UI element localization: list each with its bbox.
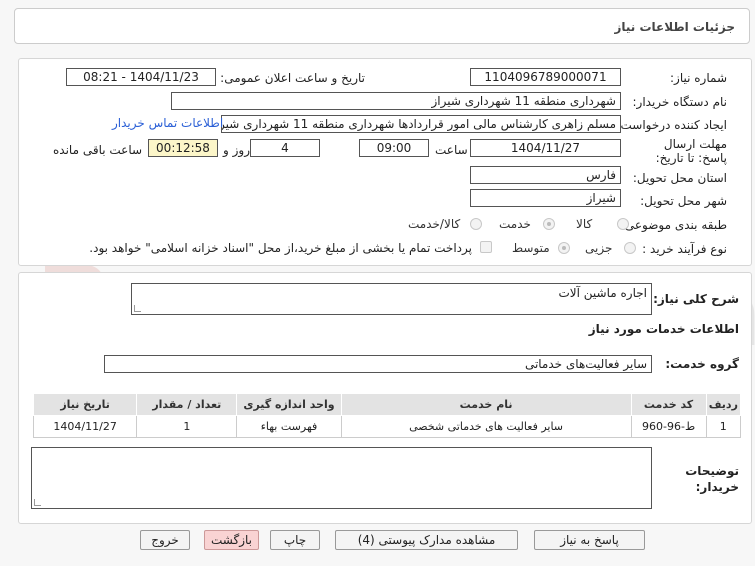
- cell-unit: فهرست بهاء: [236, 415, 342, 438]
- reply-button[interactable]: پاسخ به نیاز: [534, 530, 645, 550]
- time-remaining-field: 00:12:58: [148, 139, 218, 157]
- days-label: روز و: [223, 143, 250, 157]
- days-remaining-field: 4: [250, 139, 320, 157]
- category-radio-service[interactable]: [543, 218, 555, 230]
- cell-need-date: 1404/11/27: [32, 415, 138, 438]
- buyer-notes-textarea: [31, 447, 652, 509]
- requester-label: ایجاد کننده درخواست:: [616, 118, 727, 132]
- process-option-minor: جزیی: [585, 241, 613, 255]
- table-row: 1 ط-96-960 سایر فعالیت های خدماتی شخصی ف…: [32, 415, 742, 438]
- deadline-label: مهلت ارسال پاسخ: تا تاریخ:: [655, 137, 727, 165]
- category-radio-goods-service[interactable]: [470, 218, 482, 230]
- resize-grip-icon[interactable]: [34, 499, 41, 506]
- cell-quantity: 1: [136, 415, 238, 438]
- city-field: شیراز: [470, 189, 621, 207]
- treasury-payment-checkbox[interactable]: [480, 241, 492, 253]
- col-need-date: تاریخ نیاز: [32, 393, 138, 416]
- province-label: استان محل تحویل:: [632, 171, 727, 185]
- summary-text: اجاره ماشین آلات: [558, 286, 648, 300]
- col-service-name: نام خدمت: [340, 393, 632, 416]
- cell-row: 1: [705, 415, 742, 438]
- exit-button[interactable]: خروج: [140, 530, 190, 550]
- col-unit: واحد اندازه گیری: [236, 393, 342, 416]
- deadline-date-field: 1404/11/27: [470, 139, 621, 157]
- col-service-code: کد خدمت: [630, 393, 707, 416]
- announce-datetime-field: 1404/11/23 - 08:21: [66, 68, 216, 86]
- city-label: شهر محل تحویل:: [640, 194, 727, 208]
- process-radio-minor[interactable]: [624, 242, 636, 254]
- services-table-header: ردیف کد خدمت نام خدمت واحد اندازه گیری ت…: [32, 393, 742, 416]
- category-option-goods-service: کالا/خدمت: [408, 217, 461, 231]
- buyer-org-field: شهرداری منطقه 11 شهرداری شیراز: [171, 92, 621, 110]
- province-field: فارس: [470, 166, 621, 184]
- cell-service-name: سایر فعالیت های خدماتی شخصی: [340, 415, 632, 438]
- services-table: ردیف کد خدمت نام خدمت واحد اندازه گیری ت…: [32, 393, 742, 438]
- need-number-field: 1104096789000071: [470, 68, 621, 86]
- category-radio-goods[interactable]: [617, 218, 629, 230]
- service-group-label: گروه خدمت:: [665, 357, 739, 371]
- category-option-service: خدمت: [499, 217, 531, 231]
- treasury-payment-note: پرداخت تمام یا بخشی از مبلغ خرید،از محل …: [89, 241, 472, 255]
- service-group-field: سایر فعالیت‌های خدماتی: [104, 355, 652, 373]
- summary-label: شرح کلی نیاز:: [653, 292, 739, 306]
- print-button[interactable]: چاپ: [270, 530, 320, 550]
- time-remaining-label: ساعت باقی مانده: [53, 143, 143, 157]
- view-attachments-button[interactable]: مشاهده مدارک پیوستی (4): [335, 530, 518, 550]
- col-row: ردیف: [705, 393, 742, 416]
- resize-grip-icon[interactable]: [134, 305, 141, 312]
- announce-datetime-label: تاریخ و ساعت اعلان عمومی:: [220, 71, 365, 85]
- process-option-medium: متوسط: [512, 241, 550, 255]
- summary-textarea: اجاره ماشین آلات: [131, 283, 652, 315]
- requester-field: مسلم زاهری کارشناس مالی امور قراردادها ش…: [221, 115, 621, 133]
- process-radio-medium[interactable]: [558, 242, 570, 254]
- buyer-contact-link[interactable]: اطلاعات تماس خریدار: [112, 116, 223, 130]
- category-label: طبقه بندی موضوعی:: [620, 218, 727, 232]
- page-title: جزئیات اطلاعات نیاز: [614, 20, 735, 34]
- col-quantity: تعداد / مقدار: [136, 393, 238, 416]
- process-type-label: نوع فرآیند خرید :: [642, 242, 727, 256]
- page-header: جزئیات اطلاعات نیاز: [14, 8, 750, 44]
- cell-service-code: ط-96-960: [630, 415, 707, 438]
- buyer-org-label: نام دستگاه خریدار:: [632, 95, 728, 109]
- need-number-label: شماره نیاز:: [670, 71, 727, 85]
- back-button[interactable]: بازگشت: [204, 530, 259, 550]
- deadline-time-field: 09:00: [359, 139, 429, 157]
- buyer-notes-label: توضیحات خریدار:: [685, 464, 739, 494]
- deadline-time-label: ساعت: [435, 143, 468, 157]
- services-info-heading: اطلاعات خدمات مورد نیاز: [588, 322, 739, 336]
- category-option-goods: کالا: [576, 217, 593, 231]
